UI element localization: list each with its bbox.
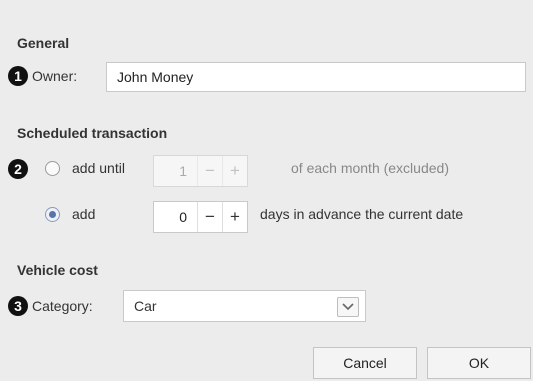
owner-label: Owner: (32, 68, 78, 84)
section-title-general: General (17, 35, 70, 51)
add-until-label[interactable]: add until (72, 160, 125, 176)
ok-button[interactable]: OK (427, 347, 531, 379)
add-until-stepper[interactable]: 1 − + (153, 155, 248, 187)
marker-3: 3 (8, 296, 28, 316)
section-title-vehicle-cost: Vehicle cost (17, 262, 98, 278)
add-days-suffix: days in advance the current date (260, 206, 464, 222)
add-days-radio[interactable] (45, 207, 60, 222)
category-value: Car (134, 298, 157, 314)
cancel-button[interactable]: Cancel (313, 347, 417, 379)
add-days-label[interactable]: add (72, 206, 95, 222)
marker-2: 2 (8, 159, 28, 179)
add-until-radio[interactable] (45, 161, 60, 176)
add-until-suffix: of each month (excluded) (291, 160, 449, 176)
add-until-increment-button[interactable]: + (222, 156, 247, 186)
add-days-increment-button[interactable]: + (222, 202, 247, 232)
add-days-stepper[interactable]: 0 − + (153, 201, 248, 233)
add-until-value[interactable]: 1 (154, 156, 197, 186)
radio-selected-dot (49, 211, 56, 218)
add-until-decrement-button[interactable]: − (197, 156, 222, 186)
marker-1: 1 (8, 66, 28, 86)
category-label: Category: (32, 298, 93, 314)
chevron-down-icon[interactable] (337, 297, 359, 317)
add-days-value[interactable]: 0 (154, 202, 197, 232)
owner-input[interactable]: John Money (106, 62, 526, 92)
add-days-decrement-button[interactable]: − (197, 202, 222, 232)
section-title-scheduled: Scheduled transaction (17, 125, 168, 141)
category-select[interactable]: Car (123, 290, 366, 322)
